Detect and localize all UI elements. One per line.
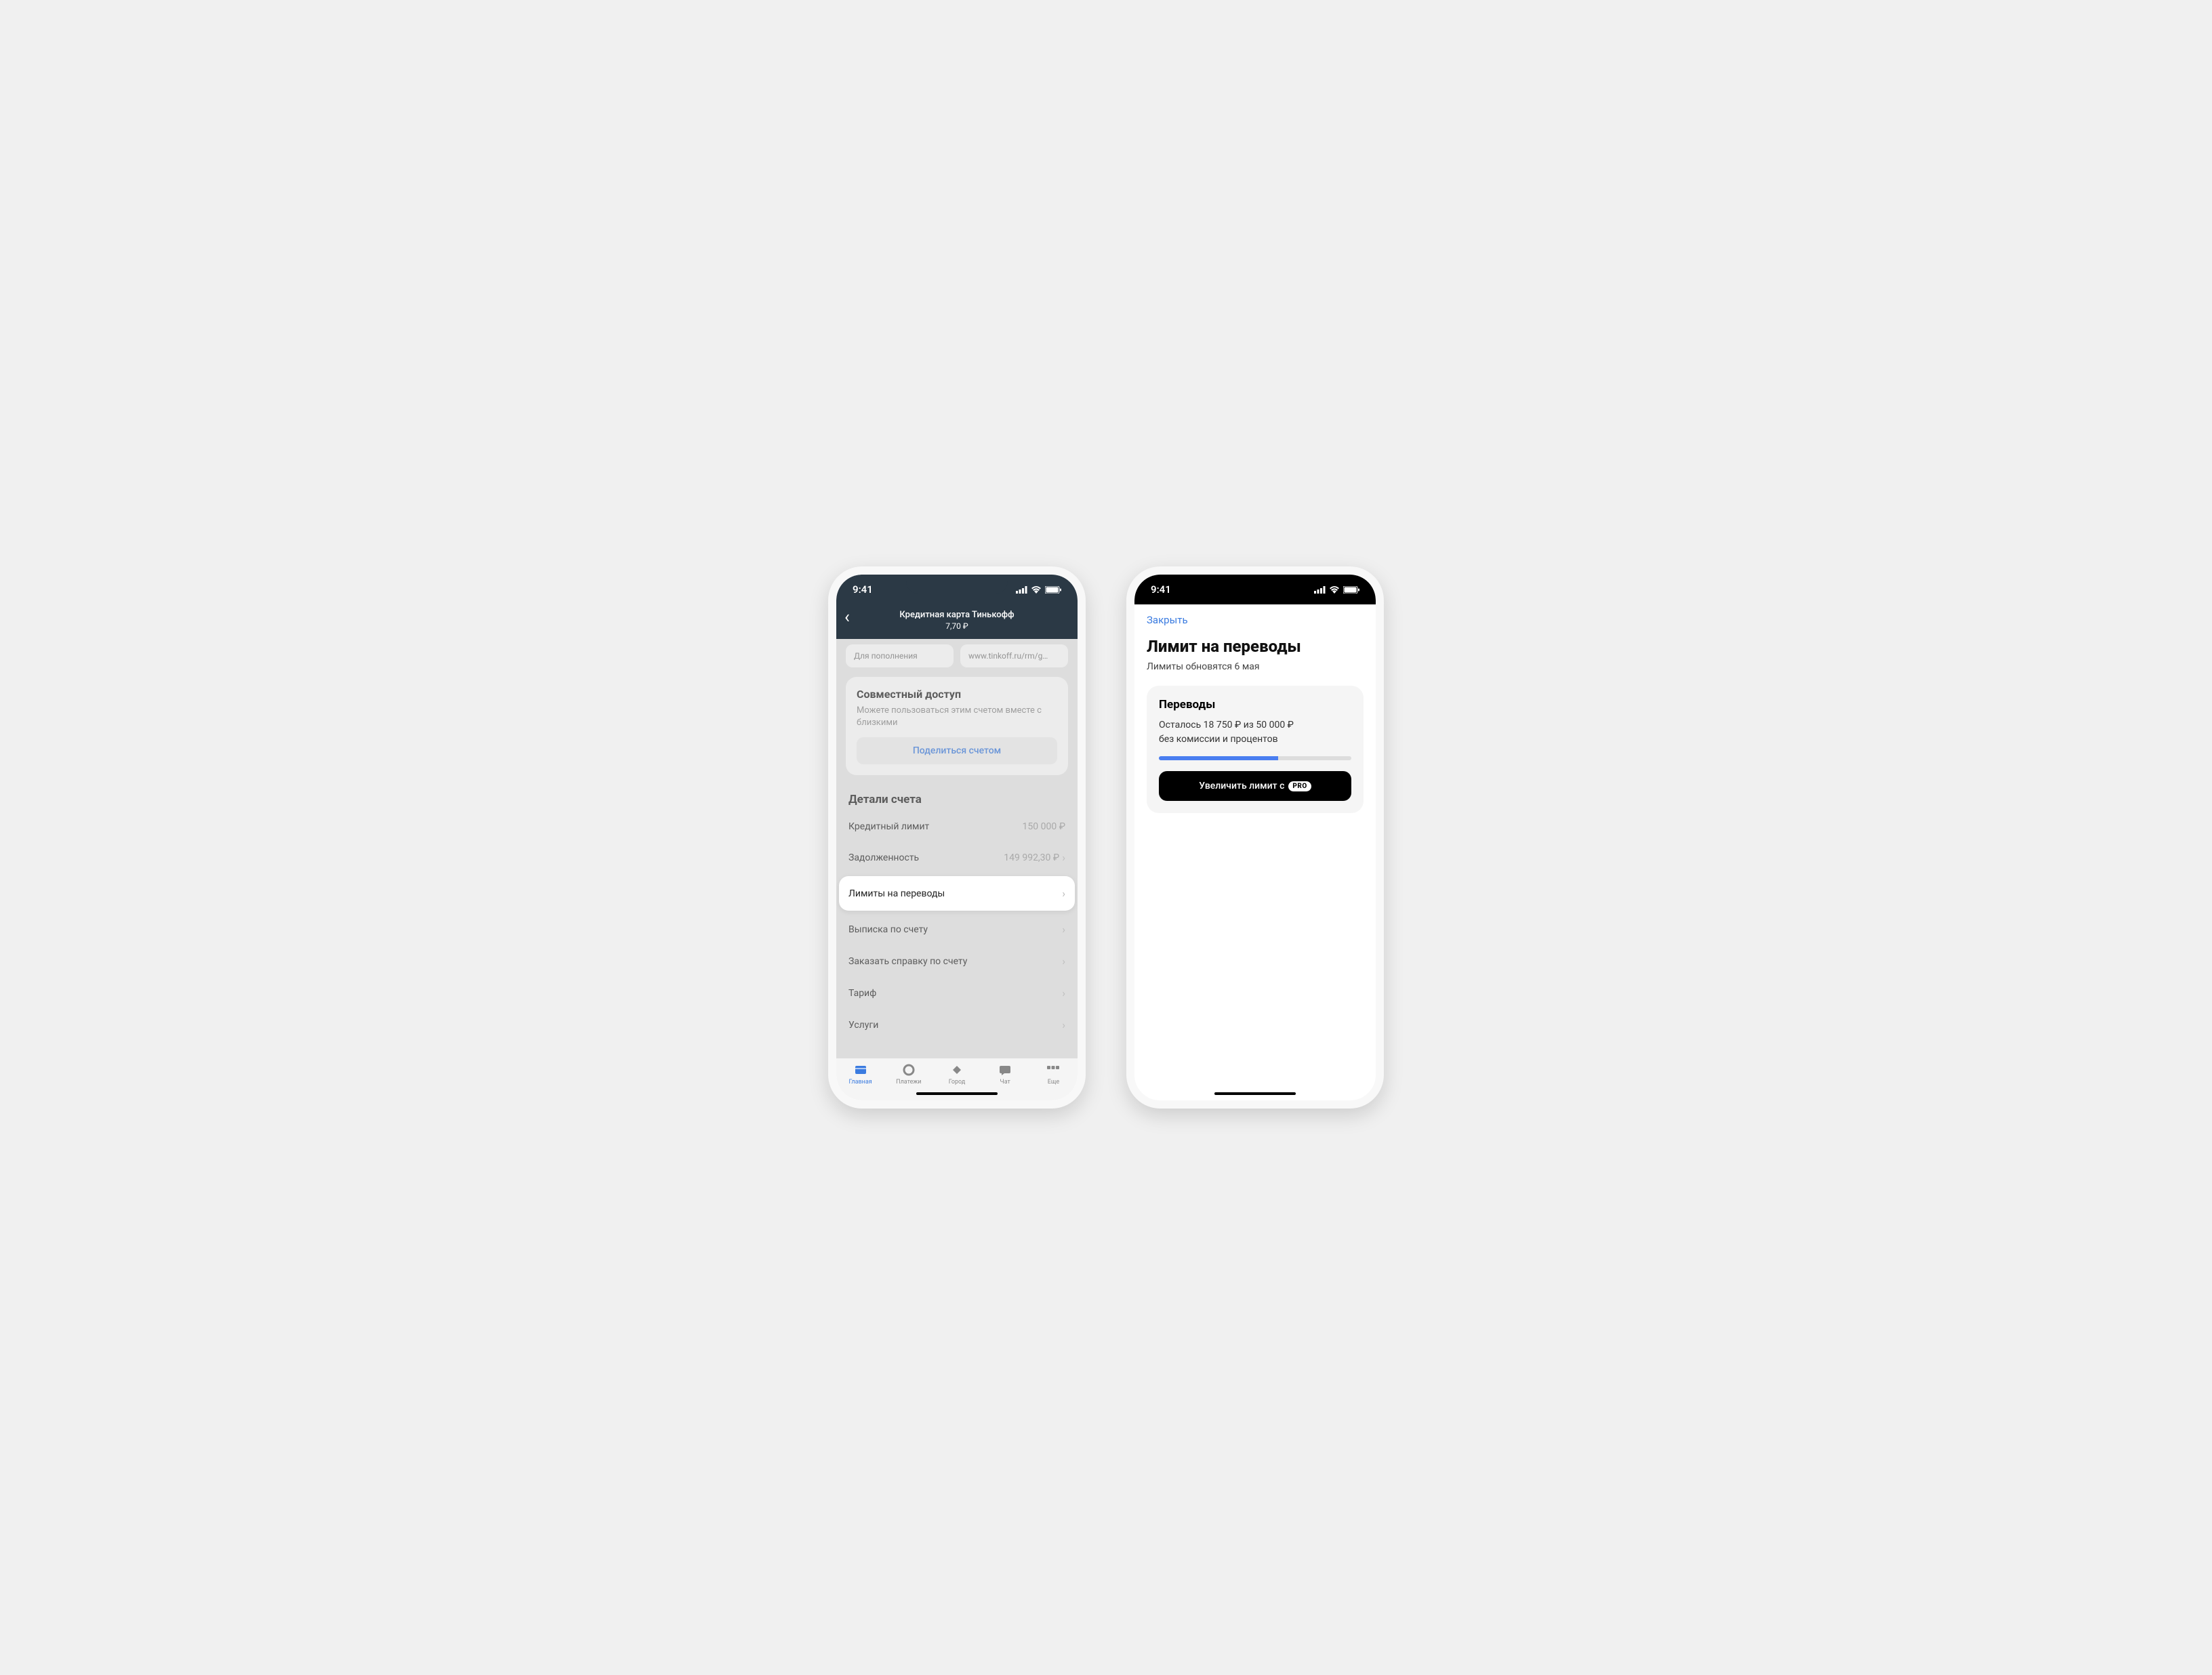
wifi-icon	[1329, 586, 1340, 594]
close-button[interactable]: Закрыть	[1147, 614, 1364, 626]
row-value: 150 000 ₽	[1023, 821, 1065, 832]
home-icon	[853, 1062, 868, 1077]
status-time: 9:41	[853, 583, 873, 596]
account-balance: 7,70 ₽	[847, 621, 1067, 631]
chat-icon	[998, 1062, 1012, 1077]
tab-label: Платежи	[896, 1079, 921, 1085]
status-time: 9:41	[1151, 583, 1171, 596]
tab-home[interactable]: Главная	[836, 1062, 884, 1085]
limit-content: Закрыть Лимит на переводы Лимиты обновят…	[1134, 604, 1376, 1087]
limit-note: без комиссии и процентов	[1159, 732, 1351, 747]
more-icon	[1046, 1062, 1061, 1077]
chevron-right-icon: ›	[1062, 851, 1065, 864]
chevron-right-icon: ›	[1062, 923, 1065, 936]
row-services[interactable]: Услуги ›	[846, 1009, 1068, 1041]
details-section-title: Детали счета	[846, 785, 1068, 812]
tab-label: Город	[949, 1079, 966, 1085]
signal-icon	[1314, 586, 1326, 594]
account-content: Для пополнения www.tinkoff.ru/rm/g… Совм…	[836, 639, 1078, 1058]
tab-city[interactable]: Город	[933, 1062, 981, 1085]
row-label: Лимиты на переводы	[848, 888, 945, 899]
row-label: Тариф	[848, 988, 876, 999]
row-transfer-limits[interactable]: Лимиты на переводы ›	[839, 876, 1075, 911]
chevron-right-icon: ›	[1062, 1018, 1065, 1031]
home-indicator[interactable]	[836, 1087, 1078, 1100]
row-value: 149 992,30 ₽	[1004, 852, 1059, 863]
card-title: Переводы	[1159, 698, 1351, 711]
battery-icon	[1045, 586, 1061, 594]
chevron-right-icon: ›	[1062, 887, 1065, 900]
status-icons	[1314, 586, 1359, 594]
tab-chat[interactable]: Чат	[981, 1062, 1029, 1085]
pro-badge: PRO	[1288, 781, 1311, 791]
increase-limit-button[interactable]: Увеличить лимит с PRO	[1159, 771, 1351, 801]
home-indicator[interactable]	[1134, 1087, 1376, 1100]
row-label: Выписка по счету	[848, 924, 928, 935]
row-debt[interactable]: Задолженность 149 992,30 ₽›	[846, 842, 1068, 873]
status-bar: 9:41	[836, 575, 1078, 604]
chevron-right-icon: ›	[1062, 987, 1065, 999]
shared-desc: Можете пользоваться этим счетом вместе с…	[857, 705, 1057, 729]
row-label: Кредитный лимит	[848, 821, 929, 832]
tab-bar: Главная Платежи Город Чат Еще	[836, 1058, 1078, 1087]
account-title: Кредитная карта Тинькофф	[847, 610, 1067, 620]
row-certificate[interactable]: Заказать справку по счету ›	[846, 945, 1068, 977]
phone-transfer-limit: 9:41 Закрыть Лимит на переводы Лимиты об…	[1126, 566, 1384, 1109]
signal-icon	[1016, 586, 1027, 594]
account-header: ‹ Кредитная карта Тинькофф 7,70 ₽	[836, 604, 1078, 639]
limit-remaining: Осталось 18 750 ₽ из 50 000 ₽	[1159, 718, 1351, 732]
row-credit-limit[interactable]: Кредитный лимит 150 000 ₽	[846, 812, 1068, 842]
row-statement[interactable]: Выписка по счету ›	[846, 913, 1068, 945]
page-subtitle: Лимиты обновятся 6 мая	[1147, 661, 1364, 672]
tab-label: Главная	[848, 1079, 872, 1085]
share-account-button[interactable]: Поделиться счетом	[857, 737, 1057, 764]
shared-title: Совместный доступ	[857, 688, 1057, 701]
tab-payments[interactable]: Платежи	[884, 1062, 933, 1085]
row-label: Задолженность	[848, 852, 919, 863]
row-label: Услуги	[848, 1020, 878, 1031]
city-icon	[949, 1062, 964, 1077]
back-icon[interactable]: ‹	[844, 607, 850, 627]
status-bar: 9:41	[1134, 575, 1376, 604]
progress-fill	[1159, 756, 1278, 760]
tab-label: Еще	[1048, 1079, 1059, 1085]
page-title: Лимит на переводы	[1147, 637, 1364, 656]
wifi-icon	[1031, 586, 1042, 594]
phone-account-details: 9:41 ‹ Кредитная карта Тинькофф 7,70 ₽ Д…	[828, 566, 1086, 1109]
payments-icon	[901, 1062, 916, 1077]
battery-icon	[1343, 586, 1359, 594]
limit-progress	[1159, 756, 1351, 760]
chip-topup[interactable]: Для пополнения	[846, 644, 954, 667]
tab-more[interactable]: Еще	[1029, 1062, 1078, 1085]
chevron-right-icon: ›	[1062, 955, 1065, 968]
row-label: Заказать справку по счету	[848, 956, 967, 967]
chip-link[interactable]: www.tinkoff.ru/rm/g…	[960, 644, 1068, 667]
tab-label: Чат	[1000, 1079, 1010, 1085]
transfers-card: Переводы Осталось 18 750 ₽ из 50 000 ₽ б…	[1147, 686, 1364, 813]
button-label: Увеличить лимит с	[1199, 781, 1284, 791]
shared-access-card: Совместный доступ Можете пользоваться эт…	[846, 677, 1068, 775]
status-icons	[1016, 586, 1061, 594]
row-tariff[interactable]: Тариф ›	[846, 977, 1068, 1009]
